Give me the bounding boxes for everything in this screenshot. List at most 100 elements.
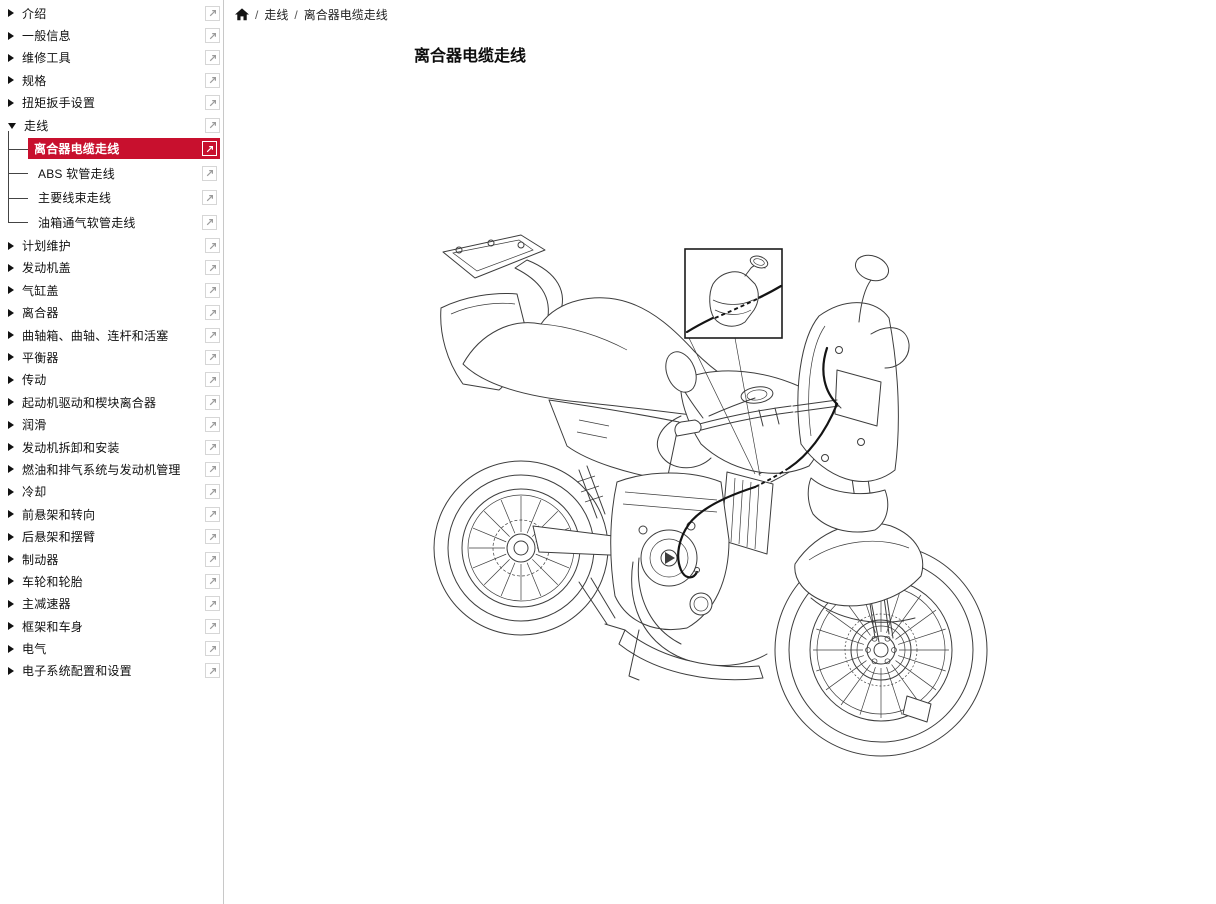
- sidebar-subtree: 离合器电缆走线 ABS 软管走线主要线束走线油箱通气软管走线: [0, 136, 223, 234]
- chevron-right-icon[interactable]: [8, 600, 14, 608]
- page-title: 离合器电缆走线: [414, 42, 526, 66]
- external-link-icon[interactable]: [205, 395, 220, 410]
- external-link-icon[interactable]: [202, 166, 217, 181]
- sidebar-item[interactable]: 框架和车身: [0, 615, 223, 637]
- sidebar-item[interactable]: 平衡器: [0, 346, 223, 368]
- sidebar-item[interactable]: 主减速器: [0, 593, 223, 615]
- chevron-right-icon[interactable]: [8, 242, 14, 250]
- sidebar-subitem-selected[interactable]: 离合器电缆走线: [28, 138, 220, 159]
- external-link-icon[interactable]: [205, 238, 220, 253]
- chevron-right-icon[interactable]: [8, 331, 14, 339]
- sidebar-item[interactable]: 车轮和轮胎: [0, 570, 223, 592]
- external-link-icon[interactable]: [205, 440, 220, 455]
- external-link-icon[interactable]: [205, 417, 220, 432]
- tree-branch: [8, 173, 28, 174]
- external-link-icon[interactable]: [205, 663, 220, 678]
- external-link-icon[interactable]: [205, 484, 220, 499]
- sidebar-subitem[interactable]: 离合器电缆走线: [0, 136, 223, 161]
- chevron-right-icon[interactable]: [8, 488, 14, 496]
- chevron-down-icon[interactable]: [8, 123, 16, 129]
- sidebar-item[interactable]: 后悬架和摆臂: [0, 525, 223, 547]
- chevron-right-icon[interactable]: [8, 32, 14, 40]
- sidebar-subitem-bar[interactable]: ABS 软管走线: [28, 163, 220, 184]
- sidebar-item[interactable]: 传动: [0, 369, 223, 391]
- external-link-icon[interactable]: [205, 283, 220, 298]
- sidebar-item[interactable]: 制动器: [0, 548, 223, 570]
- chevron-right-icon[interactable]: [8, 99, 14, 107]
- chevron-right-icon[interactable]: [8, 264, 14, 272]
- sidebar-subitem-bar[interactable]: 油箱通气软管走线: [28, 212, 220, 233]
- sidebar-subitem[interactable]: ABS 软管走线: [0, 161, 223, 186]
- sidebar-item[interactable]: 扭矩扳手设置: [0, 92, 223, 114]
- sidebar-item[interactable]: 维修工具: [0, 47, 223, 69]
- sidebar-item[interactable]: 气缸盖: [0, 279, 223, 301]
- sidebar-item[interactable]: 润滑: [0, 413, 223, 435]
- sidebar-item[interactable]: 发动机盖: [0, 257, 223, 279]
- chevron-right-icon[interactable]: [8, 9, 14, 17]
- external-link-icon[interactable]: [205, 574, 220, 589]
- chevron-right-icon[interactable]: [8, 398, 14, 406]
- chevron-right-icon[interactable]: [8, 376, 14, 384]
- external-link-icon[interactable]: [205, 6, 220, 21]
- external-link-icon[interactable]: [202, 215, 217, 230]
- sidebar-item[interactable]: 前悬架和转向: [0, 503, 223, 525]
- sidebar-item[interactable]: 发动机拆卸和安装: [0, 436, 223, 458]
- chevron-right-icon[interactable]: [8, 465, 14, 473]
- external-link-icon[interactable]: [205, 462, 220, 477]
- external-link-icon[interactable]: [205, 641, 220, 656]
- sidebar-item[interactable]: 电子系统配置和设置: [0, 660, 223, 682]
- external-link-icon[interactable]: [205, 350, 220, 365]
- external-link-icon[interactable]: [205, 328, 220, 343]
- chevron-right-icon[interactable]: [8, 421, 14, 429]
- breadcrumb: / 走线 / 离合器电缆走线: [235, 6, 388, 23]
- breadcrumb-link-routing[interactable]: 走线: [264, 6, 288, 23]
- sidebar-item[interactable]: 一般信息: [0, 24, 223, 46]
- sidebar-item[interactable]: 走线: [0, 114, 223, 136]
- chevron-right-icon[interactable]: [8, 555, 14, 563]
- external-link-icon[interactable]: [205, 372, 220, 387]
- external-link-icon[interactable]: [202, 141, 217, 156]
- chevron-right-icon[interactable]: [8, 645, 14, 653]
- sidebar-item[interactable]: 离合器: [0, 302, 223, 324]
- chevron-right-icon[interactable]: [8, 443, 14, 451]
- sidebar-item[interactable]: 燃油和排气系统与发动机管理: [0, 458, 223, 480]
- chevron-right-icon[interactable]: [8, 76, 14, 84]
- chevron-right-icon[interactable]: [8, 54, 14, 62]
- chevron-right-icon[interactable]: [8, 577, 14, 585]
- home-icon[interactable]: [235, 8, 249, 21]
- external-link-icon[interactable]: [205, 305, 220, 320]
- tree-branch: [8, 149, 28, 150]
- external-link-icon[interactable]: [202, 190, 217, 205]
- sidebar-item[interactable]: 计划维护: [0, 234, 223, 256]
- external-link-icon[interactable]: [205, 552, 220, 567]
- sidebar-tree: 介绍一般信息维修工具规格扭矩扳手设置走线离合器电缆走线 ABS 软管走线主要线束走…: [0, 2, 223, 682]
- external-link-icon[interactable]: [205, 596, 220, 611]
- external-link-icon[interactable]: [205, 28, 220, 43]
- external-link-icon[interactable]: [205, 507, 220, 522]
- external-link-icon[interactable]: [205, 619, 220, 634]
- external-link-icon[interactable]: [205, 529, 220, 544]
- external-link-icon[interactable]: [205, 50, 220, 65]
- external-link-icon[interactable]: [205, 118, 220, 133]
- chevron-right-icon[interactable]: [8, 622, 14, 630]
- sidebar-item[interactable]: 起动机驱动和楔块离合器: [0, 391, 223, 413]
- sidebar-item[interactable]: 电气: [0, 637, 223, 659]
- sidebar-subitem[interactable]: 主要线束走线: [0, 185, 223, 210]
- external-link-icon[interactable]: [205, 95, 220, 110]
- motorcycle-line-drawing: [429, 230, 999, 775]
- chevron-right-icon[interactable]: [8, 353, 14, 361]
- sidebar-item[interactable]: 规格: [0, 69, 223, 91]
- sidebar-subitem[interactable]: 油箱通气软管走线: [0, 210, 223, 235]
- external-link-icon[interactable]: [205, 260, 220, 275]
- chevron-right-icon[interactable]: [8, 510, 14, 518]
- chevron-right-icon[interactable]: [8, 286, 14, 294]
- chevron-right-icon[interactable]: [8, 667, 14, 675]
- sidebar-item[interactable]: 介绍: [0, 2, 223, 24]
- sidebar-subitem-bar[interactable]: 主要线束走线: [28, 187, 220, 208]
- chevron-right-icon[interactable]: [8, 533, 14, 541]
- tree-branch: [8, 222, 28, 223]
- sidebar-item[interactable]: 曲轴箱、曲轴、连杆和活塞: [0, 324, 223, 346]
- sidebar-item[interactable]: 冷却: [0, 481, 223, 503]
- chevron-right-icon[interactable]: [8, 309, 14, 317]
- external-link-icon[interactable]: [205, 73, 220, 88]
